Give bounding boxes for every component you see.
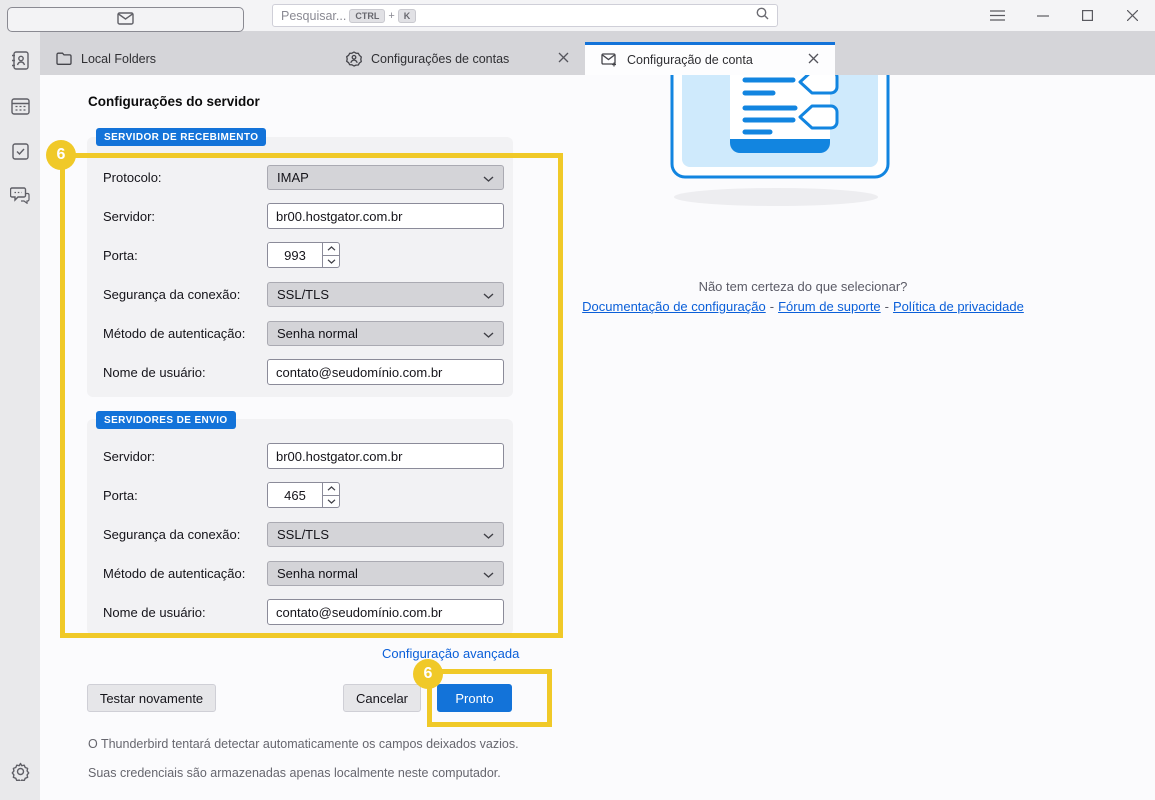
stepper-down-icon[interactable] [323,496,339,508]
incoming-auth-label: Método de autenticação: [103,326,267,341]
kbd-ctrl: CTRL [349,9,385,23]
cancel-button[interactable]: Cancelar [343,684,421,712]
mail-space-button[interactable] [7,7,244,32]
chat-space-button[interactable] [7,186,33,208]
outgoing-server-label: Servidor: [103,449,267,464]
help-question: Não tem certeza do que selecionar? [580,279,1026,294]
annotation-step-badge: 6 [46,140,76,170]
incoming-username-label: Nome de usuário: [103,365,267,380]
account-settings-icon [346,51,362,67]
tasks-icon [12,142,29,165]
incoming-port-label: Porta: [103,248,267,263]
minimize-button[interactable] [1020,0,1065,31]
close-window-button[interactable] [1110,0,1155,31]
tab-label: Local Folders [81,52,156,66]
tab-strip: Local Folders Configurações de contas Co… [40,31,1155,75]
protocol-label: Protocolo: [103,170,267,185]
maximize-button[interactable] [1065,0,1110,31]
mail-new-icon [601,53,618,68]
outgoing-server-badge: SERVIDORES DE ENVIO [96,411,236,429]
outgoing-auth-select[interactable]: Senha normal [267,561,504,586]
documentation-link[interactable]: Documentação de configuração [582,299,766,314]
outgoing-auth-label: Método de autenticação: [103,566,267,581]
tab-label: Configuração de conta [627,53,753,67]
search-icon [756,7,769,25]
settings-space-button[interactable] [7,763,33,785]
spaces-sidebar [0,0,40,800]
account-setup-illustration [660,75,900,210]
incoming-auth-select[interactable]: Senha normal [267,321,504,346]
outgoing-username-input[interactable] [267,599,504,625]
window-controls [975,0,1155,31]
search-placeholder: Pesquisar... [281,9,346,23]
page-title: Configurações do servidor [88,94,260,109]
stepper-down-icon[interactable] [323,256,339,268]
privacy-policy-link[interactable]: Política de privacidade [893,299,1024,314]
advanced-config-link[interactable]: Configuração avançada [382,646,519,661]
autodetect-note: O Thunderbird tentará detectar automatic… [88,737,519,751]
chevron-down-icon [483,170,494,185]
outgoing-server-input[interactable] [267,443,504,469]
tab-account-setup[interactable]: Configuração de conta [585,42,835,75]
incoming-server-label: Servidor: [103,209,267,224]
close-tab-icon[interactable] [554,50,573,68]
folder-icon [56,52,72,65]
chevron-down-icon [483,326,494,341]
kbd-k: K [398,9,417,23]
outgoing-port-label: Porta: [103,488,267,503]
protocol-select[interactable]: IMAP [267,165,504,190]
kbd-plus: + [388,10,394,22]
chevron-down-icon [483,287,494,302]
help-links: Documentação de configuração-Fórum de su… [550,299,1056,314]
incoming-security-label: Segurança da conexão: [103,287,267,302]
tab-local-folders[interactable]: Local Folders [40,42,330,75]
address-book-icon [11,51,29,75]
outgoing-security-label: Segurança da conexão: [103,527,267,542]
stepper-up-icon[interactable] [323,243,339,256]
chevron-down-icon [483,527,494,542]
stepper-up-icon[interactable] [323,483,339,496]
outgoing-port-stepper[interactable] [267,482,340,508]
calendar-icon [11,97,30,120]
outgoing-server-panel: Servidor: Porta: Segurança da conexão: S… [87,419,513,635]
addressbook-space-button[interactable] [7,52,33,74]
incoming-server-badge: SERVIDOR DE RECEBIMENTO [96,128,266,146]
incoming-port-stepper[interactable] [267,242,340,268]
incoming-port-input[interactable] [268,243,322,267]
outgoing-username-label: Nome de usuário: [103,605,267,620]
account-setup-page: Configurações do servidor SERVIDOR DE RE… [40,75,1155,800]
tab-account-settings[interactable]: Configurações de contas [330,42,585,75]
gear-icon [11,762,30,786]
mail-icon [117,12,134,28]
calendar-space-button[interactable] [7,97,33,119]
done-button[interactable]: Pronto [437,684,512,712]
incoming-security-select[interactable]: SSL/TLS [267,282,504,307]
outgoing-port-input[interactable] [268,483,322,507]
tab-label: Configurações de contas [371,52,509,66]
app-menu-button[interactable] [975,0,1020,31]
global-search[interactable]: Pesquisar... CTRL + K [272,4,778,27]
chevron-down-icon [483,566,494,581]
illustration-shadow [674,188,878,206]
chat-icon [10,186,30,209]
credentials-note: Suas credenciais são armazenadas apenas … [88,766,501,780]
outgoing-security-select[interactable]: SSL/TLS [267,522,504,547]
incoming-username-input[interactable] [267,359,504,385]
incoming-server-panel: Protocolo: IMAP Servidor: Porta: Seguran… [87,137,513,397]
tasks-space-button[interactable] [7,142,33,164]
retest-button[interactable]: Testar novamente [87,684,216,712]
support-forum-link[interactable]: Fórum de suporte [778,299,881,314]
incoming-server-input[interactable] [267,203,504,229]
close-tab-icon[interactable] [804,51,823,69]
